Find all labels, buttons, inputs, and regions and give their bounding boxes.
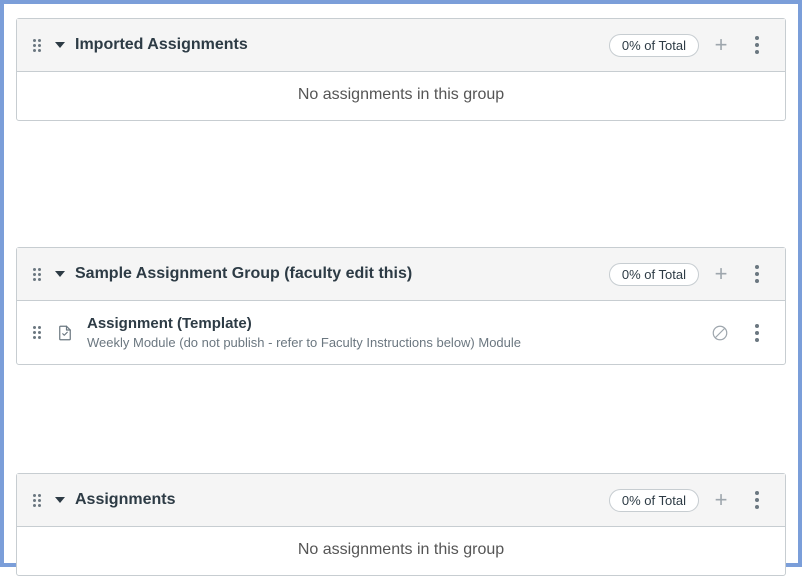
- group-options-button[interactable]: [743, 260, 771, 288]
- group-title: Assignments: [75, 491, 175, 509]
- plus-icon: +: [715, 34, 728, 56]
- group-drag-handle[interactable]: [31, 37, 43, 54]
- group-header: Assignments 0% of Total +: [17, 474, 785, 527]
- group-drag-handle[interactable]: [31, 492, 43, 509]
- add-assignment-button[interactable]: +: [707, 486, 735, 514]
- assignment-subtitle: Weekly Module (do not publish - refer to…: [87, 335, 697, 350]
- group-body: No assignments in this group: [17, 527, 785, 575]
- group-options-button[interactable]: [743, 486, 771, 514]
- assignment-icon: [55, 323, 75, 343]
- assignment-options-button[interactable]: [743, 319, 771, 347]
- collapse-caret-icon[interactable]: [55, 497, 65, 503]
- group-weight-pill: 0% of Total: [609, 489, 699, 512]
- collapse-caret-icon[interactable]: [55, 271, 65, 277]
- group-weight-pill: 0% of Total: [609, 34, 699, 57]
- add-assignment-button[interactable]: +: [707, 260, 735, 288]
- group-header: Imported Assignments 0% of Total +: [17, 19, 785, 72]
- group-header: Sample Assignment Group (faculty edit th…: [17, 248, 785, 301]
- empty-group-message: No assignments in this group: [17, 527, 785, 575]
- group-body: No assignments in this group: [17, 72, 785, 120]
- assignment-group: Sample Assignment Group (faculty edit th…: [16, 247, 786, 365]
- collapse-caret-icon[interactable]: [55, 42, 65, 48]
- assignment-row: Assignment (Template) Weekly Module (do n…: [17, 301, 785, 364]
- plus-icon: +: [715, 489, 728, 511]
- assignment-group: Assignments 0% of Total + No assignments in…: [16, 473, 786, 576]
- empty-group-message: No assignments in this group: [17, 72, 785, 120]
- group-options-button[interactable]: [743, 31, 771, 59]
- group-drag-handle[interactable]: [31, 266, 43, 283]
- unpublished-icon[interactable]: [709, 322, 731, 344]
- add-assignment-button[interactable]: +: [707, 31, 735, 59]
- group-body: Assignment (Template) Weekly Module (do n…: [17, 301, 785, 364]
- group-title: Imported Assignments: [75, 36, 248, 54]
- group-title: Sample Assignment Group (faculty edit th…: [75, 265, 412, 283]
- plus-icon: +: [715, 263, 728, 285]
- assignment-drag-handle[interactable]: [31, 324, 43, 341]
- assignment-title[interactable]: Assignment (Template): [87, 315, 697, 332]
- assignment-group: Imported Assignments 0% of Total + No assig…: [16, 18, 786, 121]
- group-weight-pill: 0% of Total: [609, 263, 699, 286]
